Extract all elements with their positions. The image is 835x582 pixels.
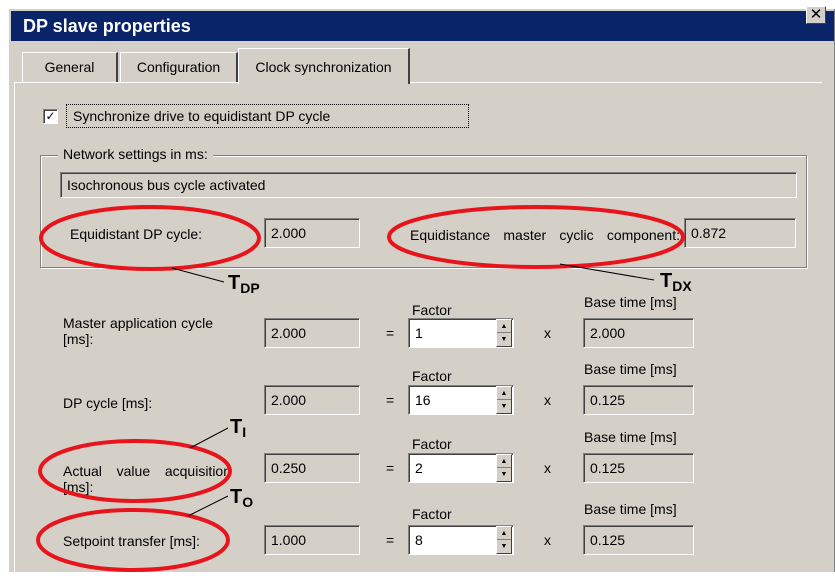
to-annotation: TO [230, 486, 253, 510]
annotation-overlay [36, 205, 685, 572]
ti-annotation: TI [230, 416, 246, 440]
to-leader-line [187, 495, 229, 517]
tdp-letter: T [228, 272, 241, 294]
tdp-annotation: TDP [228, 272, 260, 296]
tdx-subscript: DX [672, 278, 692, 294]
tdx-annotation: TDX [660, 270, 692, 294]
tdx-leader-line [559, 263, 655, 281]
ti-letter: T [230, 416, 243, 438]
tdp-leader-line [171, 267, 225, 283]
ti-highlight-ellipse [38, 439, 232, 503]
tdp-highlight-ellipse [39, 205, 261, 271]
to-highlight-ellipse [36, 508, 230, 572]
to-letter: T [230, 486, 243, 508]
tab-label: Clock synchronization [255, 59, 392, 75]
tdx-highlight-ellipse [387, 205, 685, 269]
tdx-letter: T [660, 270, 673, 292]
to-subscript: O [242, 494, 254, 510]
ti-subscript: I [242, 424, 247, 440]
tdp-subscript: DP [240, 280, 260, 296]
tab-clock-synchronization[interactable]: Clock synchronization [238, 48, 410, 84]
ti-leader-line [189, 427, 229, 449]
